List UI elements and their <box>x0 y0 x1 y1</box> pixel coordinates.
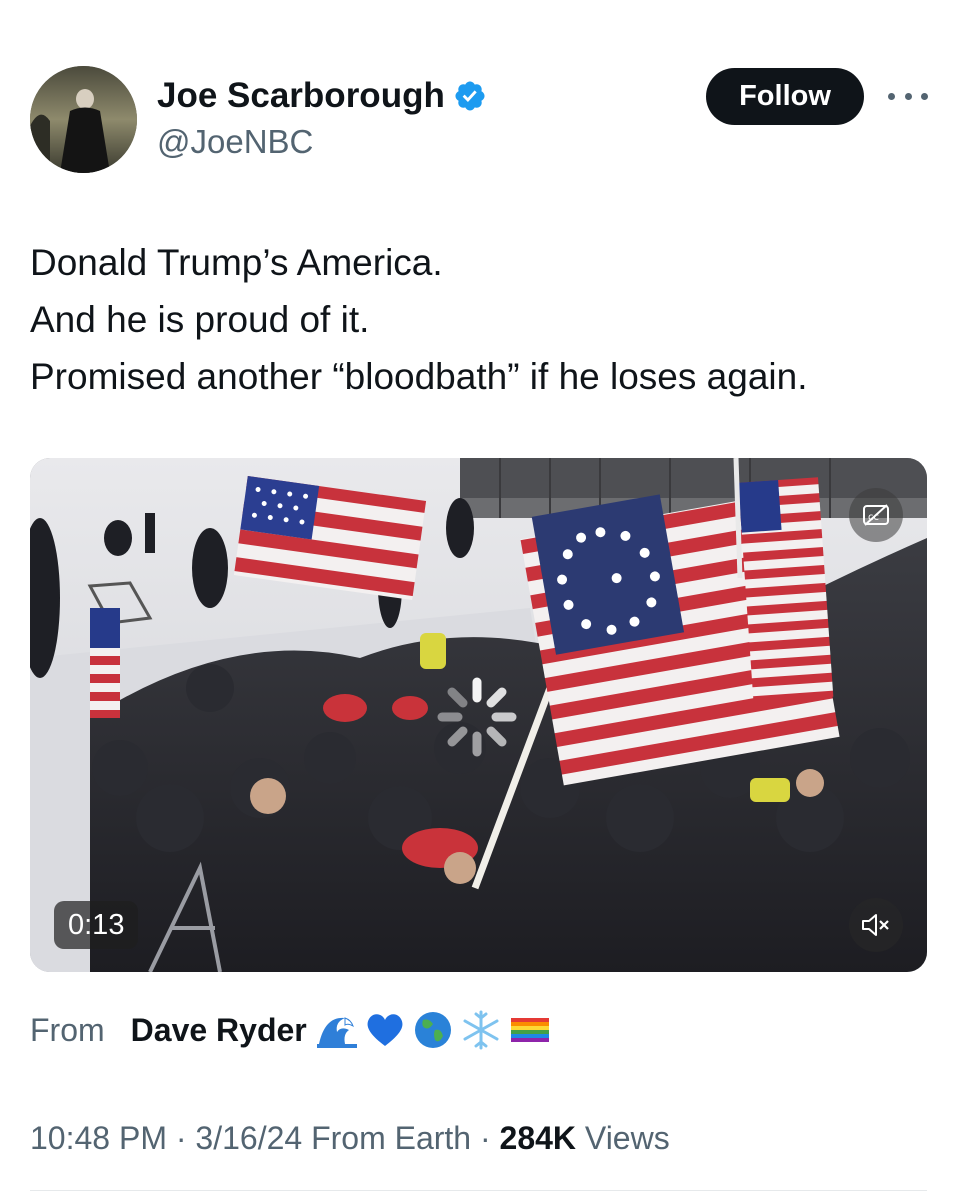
more-dots-icon[interactable] <box>888 84 928 108</box>
follow-button[interactable]: Follow <box>706 68 864 125</box>
avatar-photo <box>30 66 137 173</box>
loading-spinner-icon <box>434 674 520 760</box>
tweet-time[interactable]: 10:48 PM <box>30 1120 167 1156</box>
snowflake-emoji-icon <box>459 1008 503 1052</box>
tweet-line: Donald Trump’s America. <box>30 242 443 283</box>
muted-speaker-icon[interactable] <box>849 898 903 952</box>
author-emoji-row <box>315 1008 555 1052</box>
views-label: Views <box>576 1120 670 1156</box>
closed-captions-icon[interactable]: cc <box>849 488 903 542</box>
dot <box>888 92 895 100</box>
attribution-author-link[interactable]: Dave Ryder <box>131 1012 307 1049</box>
avatar[interactable] <box>30 66 137 173</box>
verified-badge-icon <box>453 79 487 113</box>
from-label: From <box>30 1011 105 1048</box>
dot <box>904 92 912 100</box>
separator: · <box>471 1120 500 1156</box>
tweet-text: Donald Trump’s America. And he is proud … <box>30 234 930 405</box>
author-name[interactable]: Joe Scarborough <box>157 74 445 118</box>
rainbow-flag-emoji-icon <box>507 1008 551 1052</box>
tweet-line: Promised another “bloodbath” if he loses… <box>30 356 808 397</box>
globe-emoji-icon <box>411 1008 455 1052</box>
wave-emoji-icon <box>315 1008 359 1052</box>
tweet-date[interactable]: 3/16/24 <box>195 1120 302 1156</box>
author-handle[interactable]: @JoeNBC <box>157 122 313 162</box>
tweet-metadata: 10:48 PM · 3/16/24 From Earth · 284K Vie… <box>30 1114 670 1162</box>
blue-heart-emoji-icon <box>363 1008 407 1052</box>
separator: · <box>166 1120 196 1156</box>
views-count[interactable]: 284K <box>500 1120 577 1156</box>
video-time: 0:13 <box>54 901 139 949</box>
dot <box>921 92 928 100</box>
video-attribution: From Dave Ryder <box>30 1004 555 1056</box>
display-name[interactable]: Joe Scarborough <box>157 74 487 118</box>
divider <box>30 1190 927 1191</box>
tweet-line: And he is proud of it. <box>30 299 370 340</box>
video-player[interactable]: cc 0:13 <box>30 458 927 972</box>
tweet-source: From Earth <box>302 1120 472 1156</box>
